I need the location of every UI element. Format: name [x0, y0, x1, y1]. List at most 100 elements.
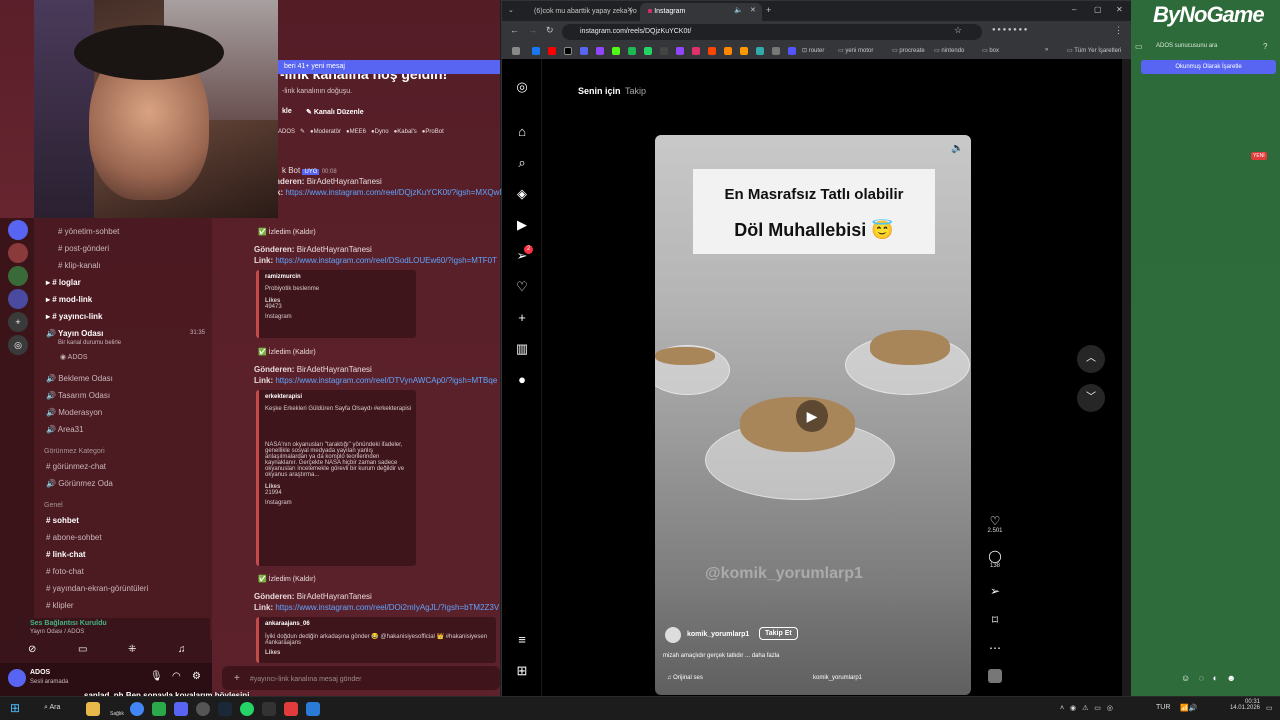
follow-button[interactable]: Takip Et	[759, 627, 798, 640]
instagram-icon[interactable]	[692, 47, 700, 55]
reload-icon[interactable]: ↻	[546, 25, 554, 36]
tab-search-icon[interactable]: ⌄	[508, 6, 514, 14]
save-action[interactable]: ⌑	[986, 613, 1004, 627]
network-icon[interactable]: 📶🔊	[1180, 704, 1197, 712]
maximize-icon[interactable]: ▢	[1094, 5, 1102, 14]
heart-icon[interactable]: ♡	[514, 279, 530, 295]
instagram-logo-icon[interactable]: ◎	[514, 79, 530, 95]
voice-channel[interactable]: 🔊 Area31	[46, 425, 84, 434]
youtube-icon[interactable]	[548, 47, 556, 55]
tray-icons[interactable]: ˄ ◉ ⚠ ▭ ◎	[1060, 704, 1115, 712]
activities-icon[interactable]: ⁜	[128, 644, 136, 655]
audio-thumb[interactable]	[986, 669, 1004, 683]
more-action[interactable]: ⋯	[986, 641, 1004, 655]
edit-prefix[interactable]: kle	[282, 108, 292, 115]
spotify-icon[interactable]	[628, 47, 636, 55]
previous-reel-button[interactable]: ︿	[1077, 345, 1105, 373]
discord-icon[interactable]	[174, 702, 188, 716]
language-indicator[interactable]: TUR	[1156, 704, 1170, 711]
app-icon[interactable]	[306, 702, 320, 716]
server-icon[interactable]	[8, 243, 28, 263]
role-tag[interactable]: ProBot	[425, 129, 443, 135]
channel-item[interactable]: # foto-chat	[46, 567, 84, 576]
taskbar-search[interactable]: ⌕ Ara	[44, 704, 60, 712]
create-icon[interactable]: +	[514, 310, 530, 326]
play-icon[interactable]: ▶	[796, 400, 828, 432]
instagram-link[interactable]: https://www.instagram.com/reel/DSodLOUEw…	[275, 256, 497, 265]
audio-original[interactable]: ♫ Orijinal ses	[667, 675, 703, 681]
clock[interactable]: 00:31 14.01.2026	[1226, 699, 1260, 711]
message-input[interactable]: + #yayıncı-link kanalına mesaj gönder	[222, 666, 500, 690]
more-icon[interactable]: ⋯	[986, 641, 1004, 655]
seen-tag[interactable]: ✅ İzledim (Kaldır)	[258, 228, 316, 236]
video-off-icon[interactable]: ⊘	[28, 644, 36, 655]
channel-status[interactable]: Bir kanal durumu belirle	[58, 340, 121, 346]
all-bookmarks[interactable]: ▭ Tüm Yer İşaretleri	[1067, 47, 1121, 54]
chrome-icon[interactable]	[130, 702, 144, 716]
tab-for-you[interactable]: Senin için	[578, 86, 621, 96]
bookmark-icon[interactable]	[756, 47, 764, 55]
discord-icon[interactable]	[580, 47, 588, 55]
app-icon[interactable]	[152, 702, 166, 716]
role-tag[interactable]: Kabal's	[397, 129, 417, 135]
app-icon[interactable]	[262, 702, 276, 716]
menu-icon[interactable]: ⋮	[1114, 25, 1123, 36]
volume-icon[interactable]: 🔈	[951, 143, 963, 154]
obs-icon[interactable]	[196, 702, 210, 716]
dashboard-icon[interactable]: ▥	[514, 341, 530, 357]
voice-channel[interactable]: 🔊 Görünmez Oda	[46, 479, 113, 488]
bookmark-star-icon[interactable]: ☆	[954, 25, 962, 36]
role-tag[interactable]: Moderatör	[314, 129, 341, 135]
back-icon[interactable]: ←	[510, 25, 519, 35]
kick-icon[interactable]	[612, 47, 620, 55]
channel-item[interactable]: # klipler	[46, 601, 74, 610]
like-action[interactable]: ♡ 2.501	[986, 514, 1004, 534]
role-tag[interactable]: ADOS	[278, 129, 295, 135]
server-search[interactable]: ADOS sunucusunu ara	[1156, 43, 1217, 49]
comment-icon[interactable]: ◯	[986, 549, 1004, 563]
channel-item[interactable]: # yönetim-sohbet	[58, 227, 119, 236]
meta-icon[interactable]: ⊞	[514, 663, 530, 679]
instagram-embed[interactable]: erkekterapisi Keşke Erkekleri Güldüren S…	[256, 390, 416, 566]
new-tab-icon[interactable]: +	[766, 5, 771, 15]
steam-icon[interactable]	[218, 702, 232, 716]
bookmark-icon[interactable]	[788, 47, 796, 55]
channel-item[interactable]: # sohbet	[46, 516, 79, 525]
bookmark-folder[interactable]: ▭ box	[982, 47, 999, 54]
channel-item[interactable]: # abone-sohbet	[46, 533, 102, 542]
search-icon[interactable]: ▭	[1135, 42, 1143, 51]
instagram-link[interactable]: https://www.instagram.com/reel/DTVynAWCA…	[275, 376, 497, 385]
category-header[interactable]: Görünmez Kategori	[44, 448, 105, 455]
add-attachment-icon[interactable]: +	[234, 673, 240, 684]
search-icon[interactable]: ⌕	[514, 155, 530, 171]
close-window-icon[interactable]: ✕	[1116, 5, 1123, 14]
tab-youtube[interactable]: (6)cok mu abarttik yapay zeka yo	[526, 3, 637, 21]
x-icon[interactable]	[564, 47, 572, 55]
comment-action[interactable]: ◯ 138	[986, 549, 1004, 569]
forward-icon[interactable]: →	[528, 25, 537, 35]
seen-tag[interactable]: ✅ İzledim (Kaldır)	[258, 348, 316, 356]
add-server-icon[interactable]: +	[8, 312, 28, 332]
server-icon[interactable]	[8, 289, 28, 309]
channel-item[interactable]: ▸ # loglar	[46, 278, 81, 287]
mic-icon[interactable]: 🎙	[150, 671, 163, 682]
heart-icon[interactable]: ♡	[986, 514, 1004, 528]
explore-icon[interactable]: ◎	[8, 335, 28, 355]
server-icon[interactable]	[8, 266, 28, 286]
mark-read-button[interactable]: Okunmuş Olarak İşaretle	[1141, 60, 1276, 74]
edit-channel-button[interactable]: ✎ Kanalı Düzenle	[306, 108, 364, 116]
server-icon[interactable]	[8, 220, 28, 240]
extensions-icons[interactable]: ● ● ● ● ● ● ●	[992, 27, 1082, 37]
bookmark-folder[interactable]: ▭ yeni motor	[838, 47, 873, 54]
category-header[interactable]: Genel	[44, 502, 63, 509]
audio-user[interactable]: komik_yorumlarp1	[813, 675, 862, 681]
role-tag[interactable]: Dyno	[375, 129, 389, 135]
chat-toolbar-icons[interactable]: ☺ ◌ ◐ ☻	[1181, 673, 1239, 683]
more-menu-icon[interactable]: ≡	[514, 632, 530, 648]
headphones-icon[interactable]: ◠	[172, 671, 181, 682]
share-action[interactable]: ➢	[986, 584, 1004, 598]
bookmark-folder[interactable]: ▭ procreate	[892, 47, 925, 54]
minimize-icon[interactable]: –	[1072, 5, 1076, 14]
gear-icon[interactable]: ⚙	[192, 671, 201, 682]
amazon-icon[interactable]	[740, 47, 748, 55]
